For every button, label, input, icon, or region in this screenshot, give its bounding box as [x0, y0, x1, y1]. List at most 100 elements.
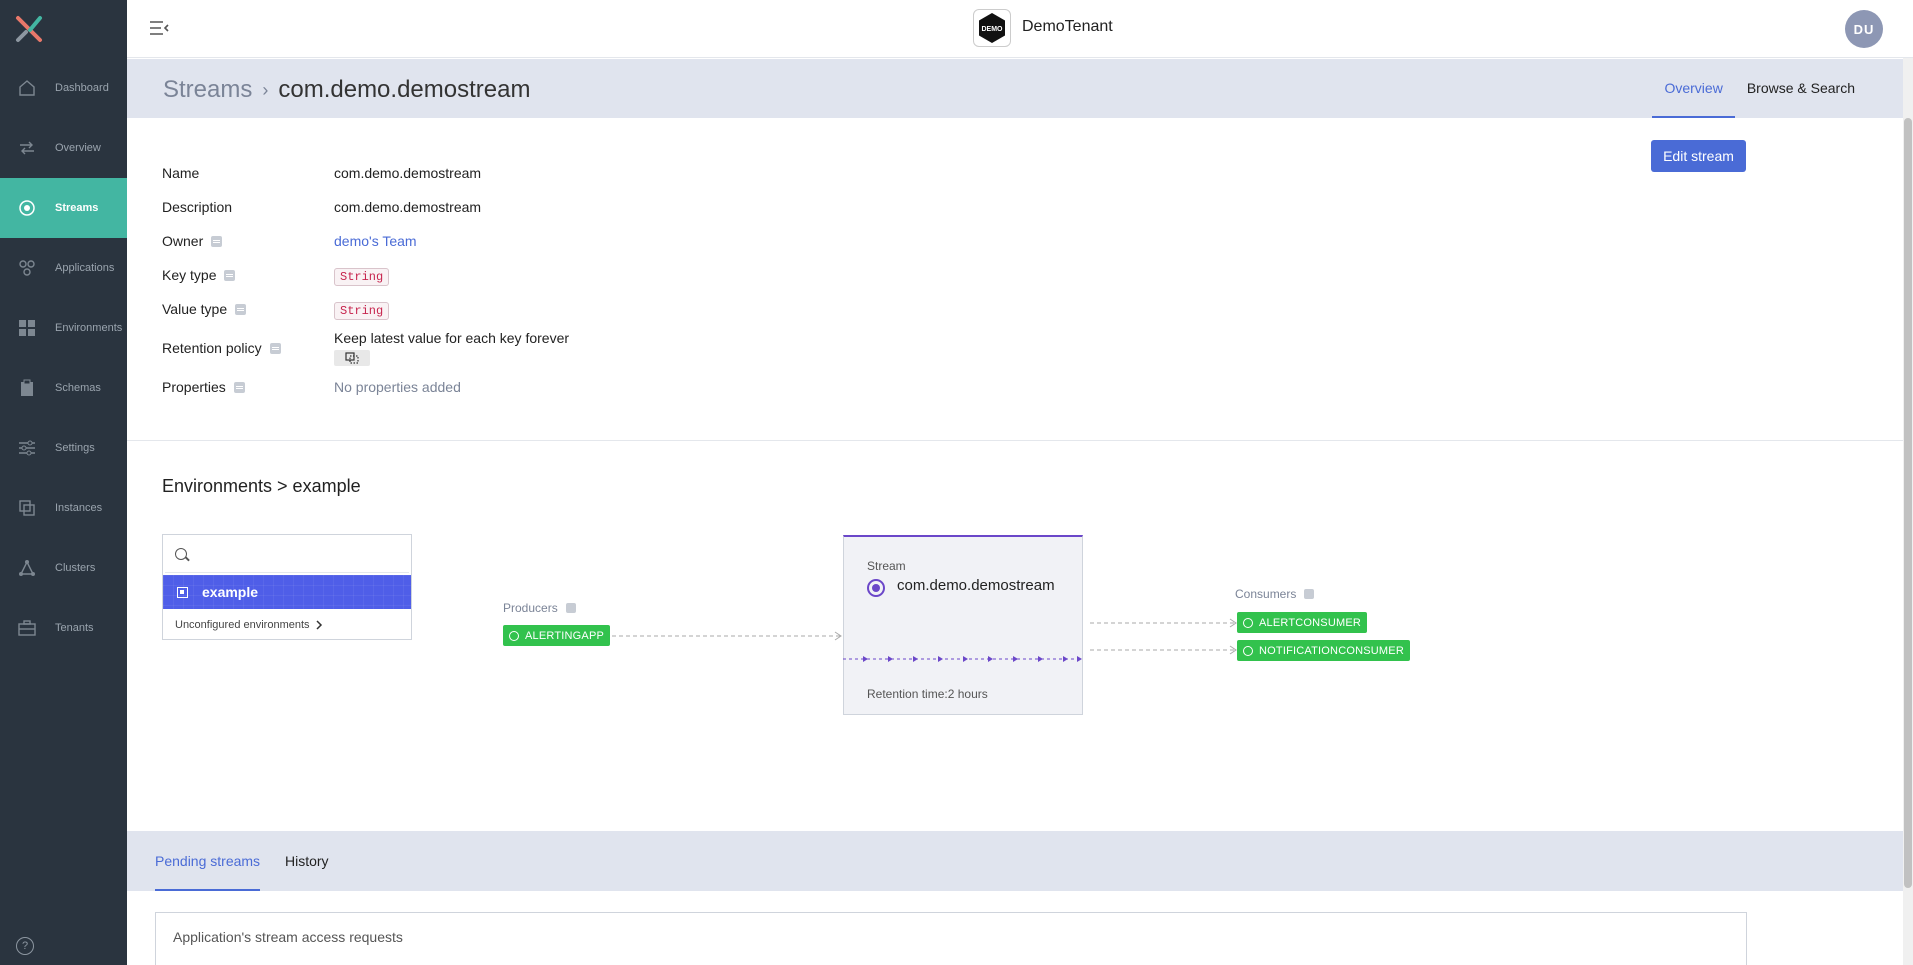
- tenant-name[interactable]: DemoTenant: [1022, 18, 1113, 36]
- sidebar-item-dashboard[interactable]: Dashboard: [0, 58, 127, 118]
- stream-description-value: com.demo.demostream: [334, 199, 482, 215]
- help-icon[interactable]: ?: [16, 937, 34, 955]
- sidebar-item-label: Instances: [55, 502, 103, 514]
- sliders-icon: [18, 439, 36, 457]
- detail-label: Name: [162, 165, 200, 181]
- detail-label-value-type: Value type: [162, 301, 334, 317]
- avatar[interactable]: DU: [1845, 10, 1883, 48]
- detail-label-properties: Properties: [162, 379, 334, 395]
- edit-stream-button[interactable]: Edit stream: [1651, 140, 1746, 172]
- copy-button[interactable]: [334, 350, 370, 366]
- environment-checkbox-icon: [177, 586, 188, 598]
- copy-icon: [345, 352, 359, 364]
- application-icon: [509, 630, 519, 641]
- consumer-app-chip[interactable]: NOTIFICATIONCONSUMER: [1237, 640, 1410, 661]
- sidebar-item-label: Streams: [55, 202, 99, 214]
- instances-icon: [18, 499, 36, 517]
- sidebar: Dashboard Overview Streams Applications …: [0, 0, 127, 965]
- app-logo-icon[interactable]: [14, 14, 44, 44]
- sidebar-item-label: Clusters: [55, 562, 96, 574]
- sidebar-item-schemas[interactable]: Schemas: [0, 358, 127, 418]
- tab-overview[interactable]: Overview: [1652, 59, 1735, 118]
- detail-label-owner: Owner: [162, 233, 334, 249]
- sidebar-item-settings[interactable]: Settings: [0, 418, 127, 478]
- sidebar-item-label: Applications: [55, 262, 115, 274]
- breadcrumb-streams-link[interactable]: Streams: [163, 76, 252, 104]
- tab-pending-streams[interactable]: Pending streams: [155, 831, 261, 891]
- detail-row-key-type: Key type String: [162, 258, 569, 292]
- consumers-label-text: Consumers: [1235, 587, 1297, 601]
- tenant-logo-icon: DEMO: [979, 13, 1005, 43]
- tenant-logo-text: DEMO: [982, 26, 1004, 33]
- grid-icon: [18, 319, 36, 337]
- info-doc-icon[interactable]: [233, 381, 245, 393]
- info-doc-icon[interactable]: [211, 235, 223, 247]
- stream-name-value: com.demo.demostream: [334, 165, 482, 181]
- info-doc-icon[interactable]: [269, 342, 281, 354]
- clipboard-icon: [18, 379, 36, 397]
- sidebar-item-clusters[interactable]: Clusters: [0, 538, 127, 598]
- page-scrollbar[interactable]: [1903, 58, 1913, 965]
- menu-toggle-icon[interactable]: [149, 20, 169, 36]
- tab-browse-search[interactable]: Browse & Search: [1735, 59, 1867, 118]
- stream-card[interactable]: Stream com.demo.demostream Retention tim…: [843, 535, 1083, 715]
- header-tabs: Overview Browse & Search: [1652, 59, 1867, 118]
- producer-app-name: ALERTINGAPP: [525, 629, 605, 642]
- owner-link[interactable]: demo's Team: [334, 233, 417, 249]
- breadcrumb: Streams › com.demo.demostream: [163, 76, 530, 104]
- detail-row-owner: Owner demo's Team: [162, 224, 569, 258]
- detail-row-retention: Retention policy Keep latest value for e…: [162, 326, 569, 370]
- producer-app-chip[interactable]: ALERTINGAPP: [503, 625, 611, 646]
- detail-row-properties: Properties No properties added: [162, 370, 569, 404]
- stream-retention-time: Retention time:2 hours: [867, 687, 988, 701]
- stream-icon: [18, 199, 36, 217]
- consumer-app-chip[interactable]: ALERTCONSUMER: [1237, 612, 1368, 633]
- stream-card-name: com.demo.demostream: [897, 577, 1055, 594]
- detail-row-name: Name com.demo.demostream: [162, 156, 569, 190]
- scrollbar-thumb[interactable]: [1904, 118, 1912, 888]
- briefcase-icon: [18, 619, 36, 637]
- detail-label: Description: [162, 199, 233, 215]
- detail-label: Key type: [162, 267, 217, 283]
- application-icon: [1243, 645, 1253, 656]
- sidebar-item-overview[interactable]: Overview: [0, 118, 127, 178]
- stream-flow-line: [843, 656, 1083, 662]
- chevron-right-icon: [316, 620, 322, 630]
- page-header: Streams › com.demo.demostream Overview B…: [127, 59, 1903, 118]
- detail-label: Value type: [162, 301, 228, 317]
- sidebar-item-label: Settings: [55, 442, 95, 454]
- cluster-icon: [18, 559, 36, 577]
- sidebar-item-label: Schemas: [55, 382, 101, 394]
- detail-label-key-type: Key type: [162, 267, 334, 283]
- sidebar-item-instances[interactable]: Instances: [0, 478, 127, 538]
- sidebar-item-streams[interactable]: Streams: [0, 178, 127, 238]
- application-icon: [1243, 617, 1253, 628]
- arrows-icon: [18, 139, 36, 157]
- detail-row-description: Description com.demo.demostream: [162, 190, 569, 224]
- sidebar-item-environments[interactable]: Environments: [0, 298, 127, 358]
- stream-card-label: Stream: [867, 559, 906, 573]
- retention-value: Keep latest value for each key forever: [334, 330, 570, 346]
- stream-icon: [867, 579, 885, 597]
- unconfigured-environments-link[interactable]: Unconfigured environments: [163, 609, 411, 631]
- info-doc-icon[interactable]: [235, 303, 247, 315]
- home-icon: [18, 79, 36, 97]
- detail-label: Retention policy: [162, 340, 262, 356]
- sidebar-item-label: Environments: [55, 322, 123, 334]
- tab-history[interactable]: History: [285, 831, 329, 891]
- stream-access-requests-panel: Application's stream access requests: [155, 912, 1747, 965]
- info-doc-icon[interactable]: [565, 603, 576, 613]
- sidebar-item-tenants[interactable]: Tenants: [0, 598, 127, 658]
- search-icon: [175, 548, 187, 560]
- info-doc-icon[interactable]: [1304, 589, 1315, 599]
- info-doc-icon[interactable]: [224, 269, 236, 281]
- unconfigured-environments-label: Unconfigured environments: [175, 619, 310, 631]
- detail-label: Properties: [162, 379, 226, 395]
- stream-details: Name com.demo.demostream Description com…: [162, 156, 569, 404]
- sidebar-item-applications[interactable]: Applications: [0, 238, 127, 298]
- sidebar-item-label: Tenants: [55, 622, 94, 634]
- environment-item-label: example: [202, 584, 259, 600]
- environments-title: Environments > example: [162, 476, 361, 496]
- environment-search-input[interactable]: [195, 541, 405, 567]
- environment-item-example[interactable]: example: [163, 575, 411, 609]
